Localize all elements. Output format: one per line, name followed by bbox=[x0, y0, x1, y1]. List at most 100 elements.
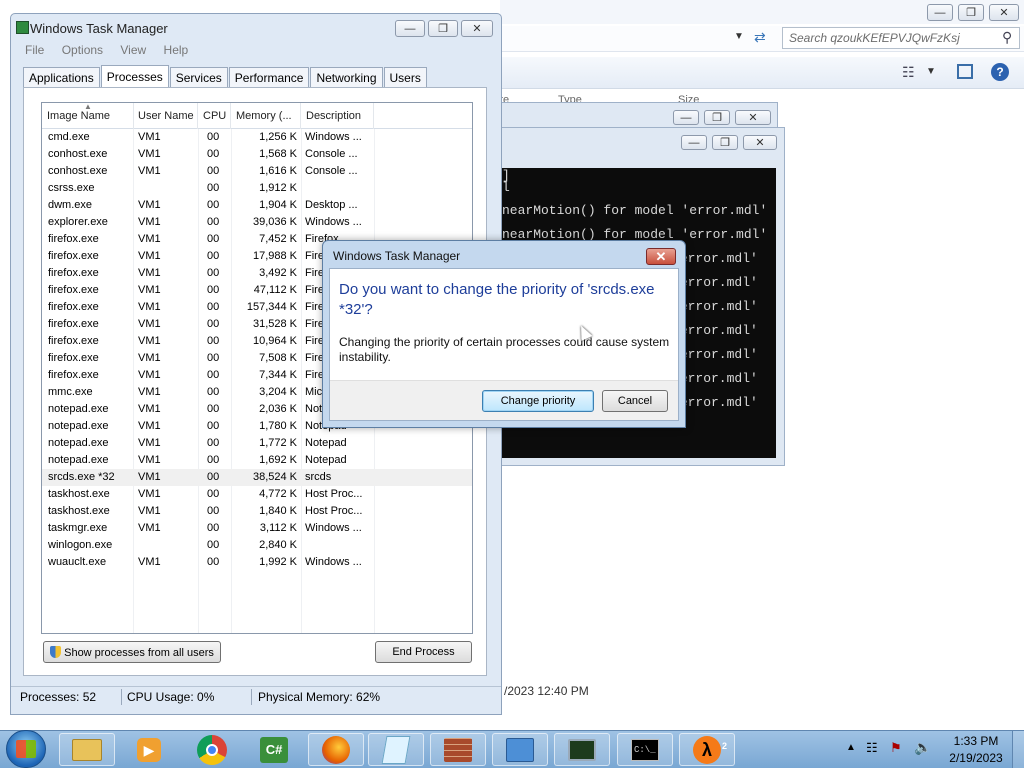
process-mem: 39,036 K bbox=[252, 216, 297, 228]
process-mem: 1,780 K bbox=[259, 420, 297, 432]
process-cpu: 00 bbox=[207, 131, 220, 143]
console-line: l bbox=[502, 180, 510, 195]
table-row[interactable]: dwm.exe VM1 00 1,904 K Desktop ... bbox=[42, 197, 472, 214]
table-row[interactable]: cmd.exe VM1 00 1,256 K Windows ... bbox=[42, 129, 472, 146]
process-cpu: 00 bbox=[207, 403, 220, 415]
cancel-button[interactable]: Cancel bbox=[602, 390, 668, 412]
explorer-maximize-button[interactable]: ❐ bbox=[958, 4, 984, 21]
tab-services[interactable]: Services bbox=[169, 67, 228, 87]
process-cpu: 00 bbox=[207, 488, 220, 500]
address-dropdown-icon[interactable]: ▼ bbox=[734, 31, 744, 42]
menu-file[interactable]: File bbox=[25, 43, 44, 57]
column-description[interactable]: Description bbox=[301, 103, 374, 129]
taskbar-media-player[interactable]: ▶ bbox=[121, 733, 177, 766]
console-maximize-button[interactable]: ❐ bbox=[712, 135, 738, 150]
view-dropdown-icon[interactable]: ▼ bbox=[926, 66, 936, 77]
menu-options[interactable]: Options bbox=[62, 43, 103, 57]
tab-networking[interactable]: Networking bbox=[310, 67, 383, 87]
table-row[interactable]: taskhost.exe VM1 00 4,772 K Host Proc... bbox=[42, 486, 472, 503]
console-minimize-button[interactable]: — bbox=[681, 135, 707, 150]
process-name: taskmgr.exe bbox=[48, 522, 108, 534]
dialog-close-button[interactable]: ✕ bbox=[646, 248, 676, 265]
show-desktop-button[interactable] bbox=[1012, 731, 1024, 768]
taskbar-date[interactable]: 2/19/2023 bbox=[944, 751, 1008, 765]
help-icon[interactable]: ? bbox=[991, 63, 1009, 81]
process-desc: Windows ... bbox=[305, 216, 362, 228]
process-user: VM1 bbox=[138, 131, 161, 143]
console-back-maximize-button[interactable]: ❐ bbox=[704, 110, 730, 125]
menu-help[interactable]: Help bbox=[164, 43, 189, 57]
tab-performance[interactable]: Performance bbox=[228, 67, 310, 87]
shield-icon bbox=[50, 646, 62, 658]
taskbar-command-prompt[interactable]: C:\_ bbox=[617, 733, 673, 766]
column-user-name[interactable]: User Name bbox=[133, 103, 198, 129]
taskbar-firefox[interactable] bbox=[308, 733, 364, 766]
chrome-center-icon bbox=[206, 743, 218, 756]
table-row[interactable]: taskhost.exe VM1 00 1,840 K Host Proc... bbox=[42, 503, 472, 520]
process-name: notepad.exe bbox=[48, 454, 109, 466]
table-row[interactable]: conhost.exe VM1 00 1,568 K Console ... bbox=[42, 146, 472, 163]
explorer-status-date: /2023 12:40 PM bbox=[504, 684, 589, 698]
network-icon[interactable]: ☷ bbox=[866, 740, 878, 756]
menu-view[interactable]: View bbox=[120, 43, 146, 57]
tm-tabs: Applications Processes Services Performa… bbox=[23, 65, 428, 88]
taskbar-notepad[interactable] bbox=[368, 733, 424, 766]
taskbar-control-panel[interactable] bbox=[492, 733, 548, 766]
tm-minimize-button[interactable]: — bbox=[395, 20, 425, 37]
process-name: notepad.exe bbox=[48, 437, 109, 449]
table-row[interactable]: wuauclt.exe VM1 00 1,992 K Windows ... bbox=[42, 554, 472, 571]
column-memory[interactable]: Memory (... bbox=[231, 103, 301, 129]
process-cpu: 00 bbox=[207, 369, 220, 381]
table-row[interactable]: csrss.exe 00 1,912 K bbox=[42, 180, 472, 197]
table-row[interactable]: notepad.exe VM1 00 1,692 K Notepad bbox=[42, 452, 472, 469]
table-row[interactable]: conhost.exe VM1 00 1,616 K Console ... bbox=[42, 163, 472, 180]
status-divider bbox=[251, 689, 252, 705]
taskbar-explorer[interactable] bbox=[59, 733, 115, 766]
taskbar-task-manager[interactable] bbox=[554, 733, 610, 766]
taskbar-time[interactable]: 1:33 PM bbox=[948, 734, 1004, 748]
process-mem: 38,524 K bbox=[252, 471, 297, 483]
console-back-minimize-button[interactable]: — bbox=[673, 110, 699, 125]
show-all-processes-button[interactable]: Show processes from all users bbox=[43, 641, 221, 663]
action-center-flag-icon[interactable]: ⚑ bbox=[890, 740, 902, 756]
table-row[interactable]: winlogon.exe 00 2,840 K bbox=[42, 537, 472, 554]
end-process-button[interactable]: End Process bbox=[375, 641, 472, 663]
process-cpu: 00 bbox=[207, 267, 220, 279]
column-cpu[interactable]: CPU bbox=[198, 103, 231, 129]
tab-applications[interactable]: Applications bbox=[23, 67, 100, 87]
tab-processes[interactable]: Processes bbox=[100, 65, 169, 87]
taskbar-csharp-editor[interactable]: C# bbox=[246, 733, 302, 766]
preview-pane-icon[interactable] bbox=[957, 64, 973, 79]
process-mem: 1,772 K bbox=[259, 437, 297, 449]
process-user: VM1 bbox=[138, 437, 161, 449]
table-row[interactable]: notepad.exe VM1 00 1,772 K Notepad bbox=[42, 435, 472, 452]
refresh-icon[interactable]: ⇄ bbox=[754, 29, 766, 46]
process-desc: Host Proc... bbox=[305, 505, 363, 517]
process-user: VM1 bbox=[138, 420, 161, 432]
search-icon[interactable]: ⚲ bbox=[1002, 29, 1012, 46]
table-row[interactable]: explorer.exe VM1 00 39,036 K Windows ... bbox=[42, 214, 472, 231]
view-options-icon[interactable]: ☷ bbox=[902, 64, 915, 81]
process-name: conhost.exe bbox=[48, 165, 108, 177]
console-close-button[interactable]: ✕ bbox=[743, 135, 777, 150]
table-row[interactable]: srcds.exe *32 VM1 00 38,524 K srcds bbox=[42, 469, 472, 486]
tm-close-button[interactable]: ✕ bbox=[461, 20, 493, 37]
explorer-minimize-button[interactable]: — bbox=[927, 4, 953, 21]
show-hidden-icons-button[interactable]: ▲ bbox=[846, 742, 856, 753]
console-back-close-button[interactable]: ✕ bbox=[735, 110, 771, 125]
taskbar-chrome[interactable] bbox=[184, 733, 240, 766]
process-cpu: 00 bbox=[207, 556, 220, 568]
process-user: VM1 bbox=[138, 386, 161, 398]
taskbar-firewall[interactable] bbox=[430, 733, 486, 766]
change-priority-button[interactable]: Change priority bbox=[482, 390, 594, 412]
taskbar-half-life-2[interactable]: λ 2 bbox=[679, 733, 735, 766]
process-list-header: Image Name ▲ User Name CPU Memory (... D… bbox=[42, 103, 472, 129]
volume-icon[interactable]: 🔈 bbox=[914, 739, 931, 756]
table-row[interactable]: taskmgr.exe VM1 00 3,112 K Windows ... bbox=[42, 520, 472, 537]
process-user: VM1 bbox=[138, 335, 161, 347]
process-mem: 157,344 K bbox=[246, 301, 297, 313]
explorer-search-input[interactable]: Search qzoukKEfEPVJQwFzKsj bbox=[782, 27, 1020, 49]
tab-users[interactable]: Users bbox=[383, 67, 427, 87]
tm-maximize-button[interactable]: ❐ bbox=[428, 20, 458, 37]
explorer-close-button[interactable]: ✕ bbox=[989, 4, 1019, 21]
